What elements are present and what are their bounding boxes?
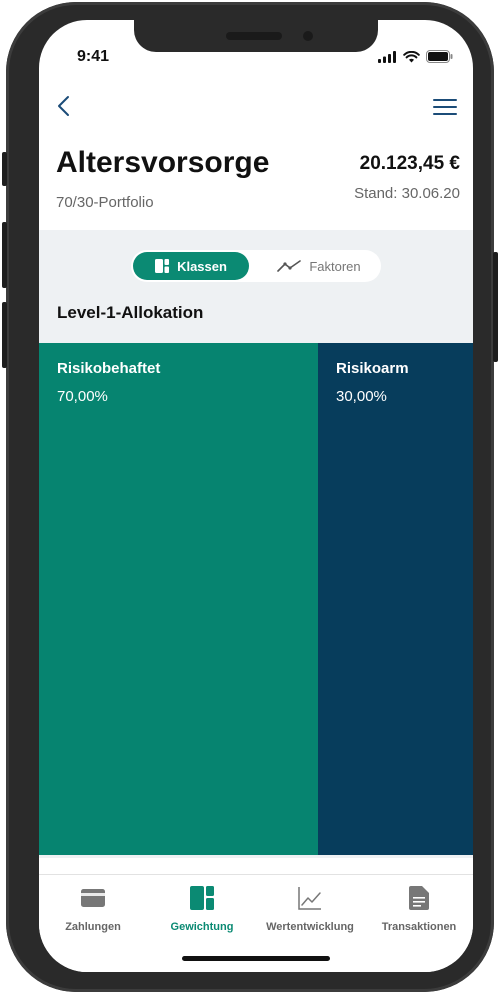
line-chart-icon bbox=[298, 887, 321, 910]
wifi-icon bbox=[403, 50, 420, 62]
power-button bbox=[493, 252, 498, 362]
tab-label: Wertentwicklung bbox=[266, 921, 354, 933]
cellular-signal-icon bbox=[378, 50, 396, 63]
allocation-tile-risikobehaftet[interactable]: Risikobehaftet 70,00% bbox=[39, 343, 318, 855]
hamburger-icon bbox=[433, 99, 457, 115]
section-title: Level-1-Allokation bbox=[57, 303, 204, 322]
tab-label: Transaktionen bbox=[381, 921, 457, 933]
tab-label: Zahlungen bbox=[65, 921, 121, 933]
volume-up-button bbox=[2, 222, 7, 288]
volume-down-button bbox=[2, 302, 7, 368]
camera bbox=[303, 31, 313, 41]
tile-percent: 70,00% bbox=[57, 388, 108, 405]
battery-icon bbox=[426, 50, 453, 63]
tab-label: Gewichtung bbox=[170, 921, 234, 933]
portfolio-date: Stand: 30.06.20 bbox=[354, 185, 460, 202]
allocation-icon bbox=[190, 886, 214, 910]
line-chart-icon bbox=[277, 260, 302, 272]
portfolio-amount: 20.123,45 € bbox=[359, 153, 460, 174]
bottom-tab-bar: Zahlungen Gewichtung Wertentwicklung Tra… bbox=[39, 874, 473, 972]
tile-name: Risikobehaftet bbox=[57, 360, 161, 377]
menu-button[interactable] bbox=[433, 98, 457, 116]
phone-frame: 9:41 Altersvorsorge 70/30-Portfolio 20.1… bbox=[2, 2, 498, 992]
notch bbox=[134, 20, 378, 52]
back-button[interactable] bbox=[53, 94, 77, 118]
tab-wertentwicklung[interactable]: Wertentwicklung bbox=[256, 883, 364, 933]
card-icon bbox=[81, 889, 105, 907]
status-time: 9:41 bbox=[77, 48, 110, 65]
page-title: Altersvorsorge bbox=[56, 146, 270, 179]
tile-name: Risikoarm bbox=[336, 360, 409, 377]
chevron-left-icon bbox=[58, 96, 69, 116]
view-toggle: Klassen Faktoren bbox=[131, 250, 381, 282]
speaker bbox=[226, 32, 282, 40]
tab-zahlungen[interactable]: Zahlungen bbox=[39, 883, 147, 933]
allocation-icon bbox=[155, 259, 170, 273]
toggle-klassen-label: Klassen bbox=[177, 258, 227, 274]
mute-switch bbox=[2, 152, 7, 186]
toggle-faktoren[interactable]: Faktoren bbox=[259, 252, 379, 280]
tile-percent: 30,00% bbox=[336, 388, 387, 405]
toggle-klassen[interactable]: Klassen bbox=[133, 252, 249, 280]
allocation-tile-risikoarm[interactable]: Risikoarm 30,00% bbox=[318, 343, 473, 855]
portfolio-subtitle: 70/30-Portfolio bbox=[56, 194, 154, 211]
app-screen: 9:41 Altersvorsorge 70/30-Portfolio 20.1… bbox=[39, 20, 473, 972]
document-icon bbox=[409, 886, 429, 910]
tab-gewichtung[interactable]: Gewichtung bbox=[148, 883, 256, 933]
toggle-faktoren-label: Faktoren bbox=[309, 258, 361, 274]
home-indicator[interactable] bbox=[182, 956, 330, 961]
tab-transaktionen[interactable]: Transaktionen bbox=[365, 883, 473, 933]
status-icons bbox=[378, 50, 453, 63]
